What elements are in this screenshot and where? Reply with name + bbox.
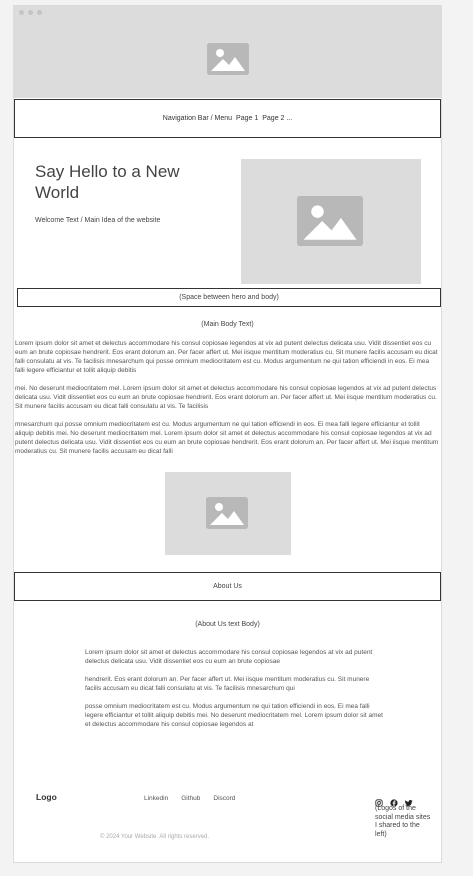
footer-link-linkedin[interactable]: Linkedin <box>144 795 168 802</box>
window-dot <box>19 10 24 15</box>
wireframe-page: Navigation Bar / Menu Page 1 Page 2 ... … <box>13 5 442 863</box>
nav-link-page-1[interactable]: Page 1 <box>236 115 258 122</box>
window-dot <box>37 10 42 15</box>
image-placeholder-icon <box>207 43 249 75</box>
hero-image <box>241 159 421 284</box>
social-note: (Logos of the social media sites I share… <box>375 805 431 838</box>
about-body-label: (About Us text Body) <box>195 621 260 628</box>
image-placeholder-icon <box>297 196 363 246</box>
about-paragraph: hendrerit. Eos erant dolorum an. Per fac… <box>85 676 370 692</box>
about-paragraph: Lorem ipsum dolor sit amet et delectus a… <box>85 649 373 665</box>
hero-title: Say Hello to a New World <box>35 162 180 202</box>
main-body-label: (Main Body Text) <box>201 321 254 328</box>
body-paragraph: mnesarchum qui posse omnium mediocritate… <box>15 421 439 455</box>
body-paragraph: mei. No deserunt mediocritatem mel. Lore… <box>15 385 437 410</box>
spacer-section: (Space between hero and body) <box>17 288 441 307</box>
window-dot <box>28 10 33 15</box>
about-us-section: About Us <box>14 572 441 601</box>
window-dots <box>19 10 42 15</box>
footer-links: Linkedin Github Discord <box>144 795 235 802</box>
body-paragraph: Lorem ipsum dolor sit amet et delectus a… <box>15 340 438 374</box>
spacer-label: (Space between hero and body) <box>179 294 279 301</box>
footer-link-github[interactable]: Github <box>181 795 200 802</box>
navigation-bar: Navigation Bar / Menu Page 1 Page 2 ... <box>14 99 441 138</box>
nav-label: Navigation Bar / Menu <box>162 115 233 122</box>
facebook-icon[interactable] <box>390 794 398 807</box>
footer-link-discord[interactable]: Discord <box>213 795 235 802</box>
about-paragraph: posse omnium mediocritatem est cu. Modus… <box>85 703 383 728</box>
nav-link-page-2[interactable]: Page 2 ... <box>262 115 292 122</box>
twitter-icon[interactable] <box>405 794 413 807</box>
header-banner-image <box>14 6 441 98</box>
social-icons <box>375 794 413 807</box>
hero-subtitle: Welcome Text / Main Idea of the website <box>35 217 161 224</box>
instagram-icon[interactable] <box>375 794 383 807</box>
body-image <box>165 472 291 555</box>
footer-logo[interactable]: Logo <box>36 792 57 802</box>
about-us-heading: About Us <box>213 583 242 590</box>
image-placeholder-icon <box>206 497 248 529</box>
copyright-text: © 2024 Your Website. All rights reserved… <box>100 834 210 840</box>
